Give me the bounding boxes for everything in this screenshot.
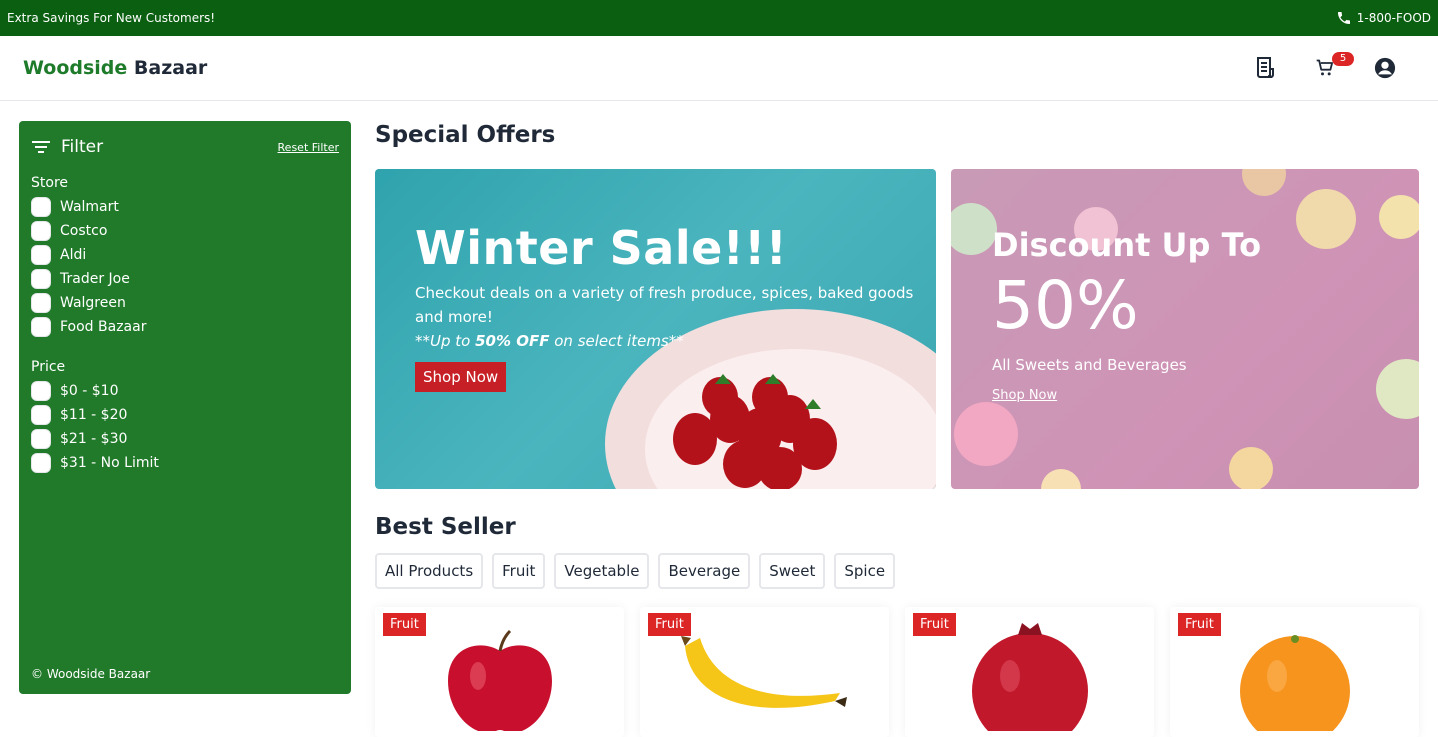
promo-bar: Extra Savings For New Customers! 1-800-F… xyxy=(0,0,1438,36)
phone-icon xyxy=(1337,12,1350,24)
logo-text-bazaar: Bazaar xyxy=(133,57,208,79)
option-label: $31 - No Limit xyxy=(60,455,159,471)
option-label: $11 - $20 xyxy=(60,407,128,423)
store-option[interactable]: Costco xyxy=(31,219,339,243)
winter-sale-note: **Up to 50% OFF on select items** xyxy=(415,329,915,353)
site-header: Woodside Bazaar 5 xyxy=(0,36,1438,101)
discount-content: Discount Up To 50% All Sweets and Bevera… xyxy=(992,224,1261,403)
note-suffix: on select items** xyxy=(549,332,684,350)
winter-sale-banner: Winter Sale!!! Checkout deals on a varie… xyxy=(375,169,936,489)
store-filter-group: Store Walmart Costco Aldi Trader Joe Wal… xyxy=(31,175,339,339)
filter-title-text: Filter xyxy=(61,137,104,157)
option-label: Aldi xyxy=(60,247,87,263)
price-option[interactable]: $31 - No Limit xyxy=(31,451,339,475)
option-label: Food Bazaar xyxy=(60,319,147,335)
store-option[interactable]: Aldi xyxy=(31,243,339,267)
price-option[interactable]: $11 - $20 xyxy=(31,403,339,427)
cart-count-badge: 5 xyxy=(1332,52,1354,66)
option-label: Trader Joe xyxy=(60,271,130,287)
checkbox[interactable] xyxy=(31,381,51,401)
store-option[interactable]: Walmart xyxy=(31,195,339,219)
promo-text: Extra Savings For New Customers! xyxy=(7,11,216,25)
product-card[interactable]: Fruit xyxy=(375,607,624,737)
logo-text-woodside: Woodside xyxy=(23,57,128,79)
product-grid: Fruit Fruit Fruit Fruit xyxy=(375,607,1419,737)
discount-subtext: All Sweets and Beverages xyxy=(992,356,1187,374)
filter-header: Filter Reset Filter xyxy=(31,135,339,159)
checkbox[interactable] xyxy=(31,245,51,265)
store-option[interactable]: Food Bazaar xyxy=(31,315,339,339)
price-label: Price xyxy=(31,359,66,375)
tab-beverage[interactable]: Beverage xyxy=(658,553,751,589)
reset-filter-link[interactable]: Reset Filter xyxy=(278,141,339,154)
account-button[interactable] xyxy=(1355,50,1415,86)
winter-shop-now-button[interactable]: Shop Now xyxy=(415,362,507,392)
option-label: Walgreen xyxy=(60,295,126,311)
best-seller-heading: Best Seller xyxy=(375,514,516,540)
discount-percent: 50% xyxy=(992,267,1139,344)
category-tag: Fruit xyxy=(383,613,426,636)
filter-sidebar: Filter Reset Filter Store Walmart Costco… xyxy=(19,121,351,694)
filter-icon xyxy=(32,141,50,153)
checkbox[interactable] xyxy=(31,405,51,425)
option-label: Costco xyxy=(60,223,108,239)
winter-sale-text: Checkout deals on a variety of fresh pro… xyxy=(415,284,914,326)
store-label: Store xyxy=(31,175,69,191)
tab-fruit[interactable]: Fruit xyxy=(492,553,546,589)
orders-button[interactable] xyxy=(1235,50,1295,86)
option-label: $0 - $10 xyxy=(60,383,119,399)
checkbox[interactable] xyxy=(31,429,51,449)
store-option[interactable]: Walgreen xyxy=(31,291,339,315)
winter-sale-heading: Winter Sale!!! xyxy=(415,221,788,275)
checkbox[interactable] xyxy=(31,221,51,241)
checkbox[interactable] xyxy=(31,197,51,217)
product-card[interactable]: Fruit xyxy=(1170,607,1419,737)
tab-all-products[interactable]: All Products xyxy=(375,553,484,589)
category-tag: Fruit xyxy=(913,613,956,636)
tab-spice[interactable]: Spice xyxy=(834,553,896,589)
phone-contact[interactable]: 1-800-FOOD xyxy=(1336,10,1431,26)
discount-shop-now-link[interactable]: Shop Now xyxy=(992,388,1057,403)
option-label: Walmart xyxy=(60,199,119,215)
note-prefix: **Up to xyxy=(415,332,476,350)
receipt-icon xyxy=(1257,57,1274,78)
price-option[interactable]: $0 - $10 xyxy=(31,379,339,403)
tab-sweet[interactable]: Sweet xyxy=(759,553,826,589)
store-option[interactable]: Trader Joe xyxy=(31,267,339,291)
category-tabs: All Products Fruit Vegetable Beverage Sw… xyxy=(375,553,896,589)
site-logo[interactable]: Woodside Bazaar xyxy=(23,57,207,79)
filter-title: Filter xyxy=(31,137,103,157)
checkbox[interactable] xyxy=(31,293,51,313)
category-tag: Fruit xyxy=(648,613,691,636)
discount-banner: Discount Up To 50% All Sweets and Bevera… xyxy=(951,169,1419,489)
phone-number: 1-800-FOOD xyxy=(1356,11,1431,25)
special-offers-heading: Special Offers xyxy=(375,122,556,148)
price-filter-group: Price $0 - $10 $11 - $20 $21 - $30 $31 -… xyxy=(31,359,339,475)
tab-vegetable[interactable]: Vegetable xyxy=(554,553,650,589)
discount-heading: Discount Up To xyxy=(992,226,1262,264)
option-label: $21 - $30 xyxy=(60,431,128,447)
cart-button[interactable]: 5 xyxy=(1295,50,1355,86)
header-actions: 5 xyxy=(1235,50,1415,86)
price-option[interactable]: $21 - $30 xyxy=(31,427,339,451)
product-card[interactable]: Fruit xyxy=(640,607,889,737)
checkbox[interactable] xyxy=(31,317,51,337)
checkbox[interactable] xyxy=(31,269,51,289)
account-icon xyxy=(1374,57,1396,79)
winter-sale-content: Winter Sale!!! Checkout deals on a varie… xyxy=(415,219,915,392)
copyright: © Woodside Bazaar xyxy=(31,667,151,681)
note-bold: 50% OFF xyxy=(475,332,550,350)
product-card[interactable]: Fruit xyxy=(905,607,1154,737)
checkbox[interactable] xyxy=(31,453,51,473)
category-tag: Fruit xyxy=(1178,613,1221,636)
